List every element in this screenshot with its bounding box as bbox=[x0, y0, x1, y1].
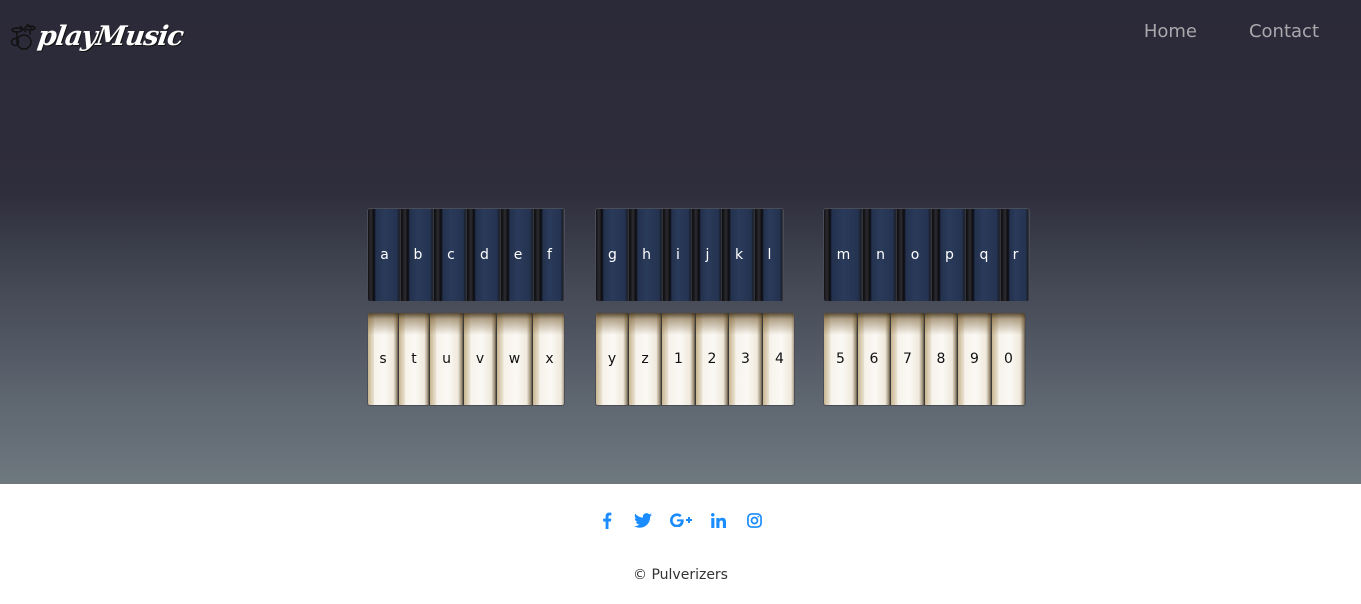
key[interactable]: t bbox=[399, 313, 430, 405]
dark-key-group-2: g h i j k l bbox=[595, 208, 784, 302]
social-links bbox=[0, 509, 1361, 531]
key[interactable]: 6 bbox=[858, 313, 891, 405]
key[interactable]: 8 bbox=[925, 313, 958, 405]
light-key-group-1: s t u v w x bbox=[367, 312, 565, 406]
key[interactable]: l bbox=[756, 209, 783, 301]
key[interactable]: 1 bbox=[662, 313, 696, 405]
instagram-icon[interactable] bbox=[744, 509, 766, 531]
key[interactable]: c bbox=[435, 209, 468, 301]
key[interactable]: x bbox=[533, 313, 564, 405]
key[interactable]: y bbox=[596, 313, 629, 405]
dark-key-group-1: a b c d e f bbox=[367, 208, 565, 302]
key[interactable]: e bbox=[502, 209, 535, 301]
brand-logo[interactable]: playMusic bbox=[10, 14, 185, 58]
key[interactable]: d bbox=[468, 209, 502, 301]
key[interactable]: m bbox=[824, 209, 864, 301]
nav-home-link[interactable]: Home bbox=[1144, 21, 1197, 43]
key[interactable]: 9 bbox=[958, 313, 992, 405]
drum-kit-icon bbox=[10, 23, 36, 50]
dark-key-group-3: m n o p q r bbox=[823, 208, 1030, 302]
key[interactable]: a bbox=[368, 209, 402, 301]
key[interactable]: r bbox=[1002, 209, 1029, 301]
key[interactable]: n bbox=[864, 209, 898, 301]
key[interactable]: w bbox=[497, 313, 533, 405]
linkedin-icon[interactable] bbox=[708, 509, 730, 531]
key[interactable]: k bbox=[723, 209, 756, 301]
key[interactable]: 3 bbox=[729, 313, 763, 405]
key[interactable]: 7 bbox=[891, 313, 925, 405]
key[interactable]: f bbox=[535, 209, 564, 301]
key[interactable]: u bbox=[430, 313, 464, 405]
key[interactable]: v bbox=[464, 313, 497, 405]
copyright-text: © Pulverizers bbox=[633, 567, 728, 583]
light-key-group-3: 5 6 7 8 9 0 bbox=[823, 312, 1026, 406]
main-nav: Home Contact bbox=[1092, 21, 1319, 43]
key[interactable]: 2 bbox=[696, 313, 729, 405]
key[interactable]: o bbox=[898, 209, 933, 301]
key[interactable]: z bbox=[629, 313, 662, 405]
facebook-icon[interactable] bbox=[596, 509, 618, 531]
key[interactable]: s bbox=[368, 313, 399, 405]
key[interactable]: q bbox=[967, 209, 1002, 301]
key[interactable]: i bbox=[664, 209, 693, 301]
nav-contact-link[interactable]: Contact bbox=[1249, 21, 1319, 43]
hero-section: playMusic Home Contact a b c d e f g h i… bbox=[0, 0, 1361, 484]
twitter-icon[interactable] bbox=[632, 509, 654, 531]
brand-name: playMusic bbox=[35, 20, 185, 52]
google-plus-icon[interactable] bbox=[668, 509, 694, 531]
key[interactable]: 4 bbox=[763, 313, 794, 405]
light-key-group-2: y z 1 2 3 4 bbox=[595, 312, 795, 406]
key[interactable]: h bbox=[630, 209, 664, 301]
key[interactable]: 5 bbox=[824, 313, 858, 405]
key[interactable]: 0 bbox=[992, 313, 1025, 405]
key[interactable]: j bbox=[693, 209, 723, 301]
key[interactable]: p bbox=[933, 209, 967, 301]
key[interactable]: g bbox=[596, 209, 630, 301]
key[interactable]: b bbox=[402, 209, 435, 301]
